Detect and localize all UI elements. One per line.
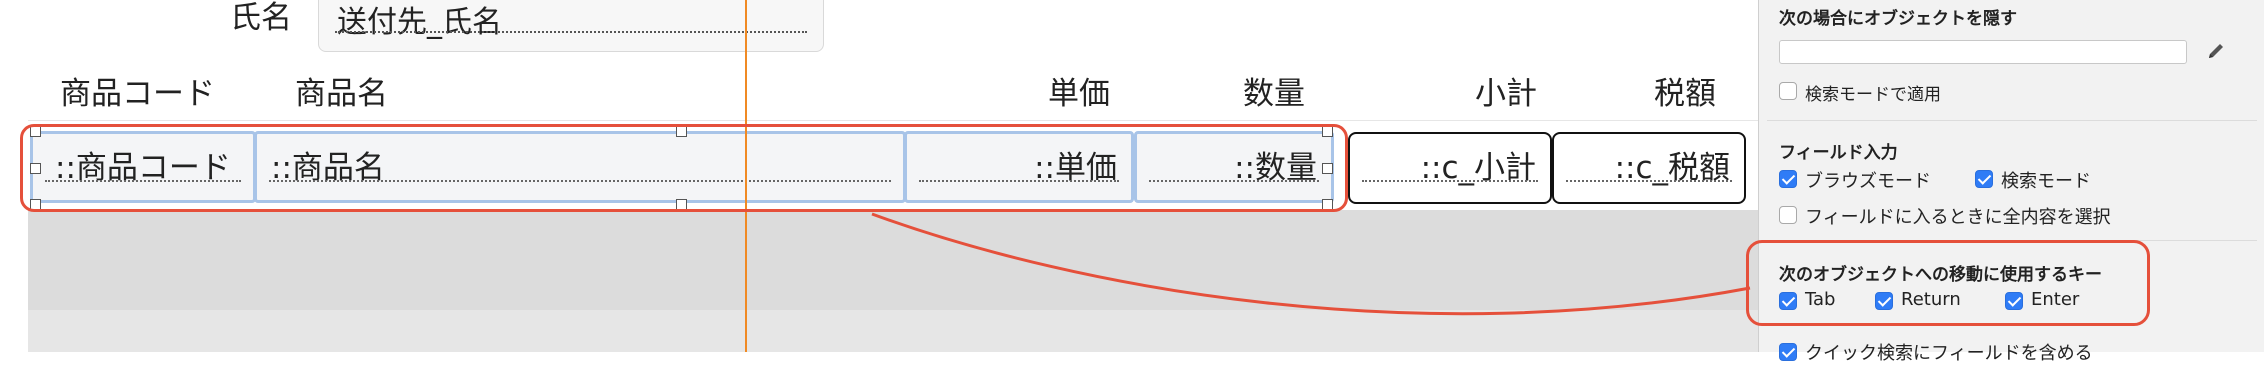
find-mode-label: 検索モード (2001, 171, 2091, 192)
select-entire-contents-checkbox[interactable] (1779, 206, 1797, 224)
apply-find-mode-checkbox[interactable] (1779, 82, 1797, 100)
divider (1767, 120, 2257, 121)
browse-mode-label: ブラウズモード (1805, 171, 1931, 192)
edit-condition-button[interactable] (2205, 40, 2227, 66)
hide-condition-input[interactable] (1779, 40, 2187, 64)
pencil-icon (2209, 44, 2223, 58)
highlight-next-object-keys (1746, 240, 2150, 326)
hide-object-heading: 次の場合にオブジェクトを隠す (1779, 9, 2017, 29)
field-entry-heading: フィールド入力 (1779, 143, 1898, 163)
quick-find-checkbox[interactable] (1779, 343, 1797, 361)
browse-mode-checkbox[interactable] (1779, 170, 1797, 188)
select-entire-contents-label: フィールドに入るときに全内容を選択 (1805, 207, 2111, 228)
connector-curve (871, 212, 1751, 316)
find-mode-checkbox[interactable] (1975, 170, 1993, 188)
apply-find-mode-label: 検索モードで適用 (1805, 85, 1941, 105)
quick-find-label: クイック検索にフィールドを含める (1805, 343, 2093, 364)
